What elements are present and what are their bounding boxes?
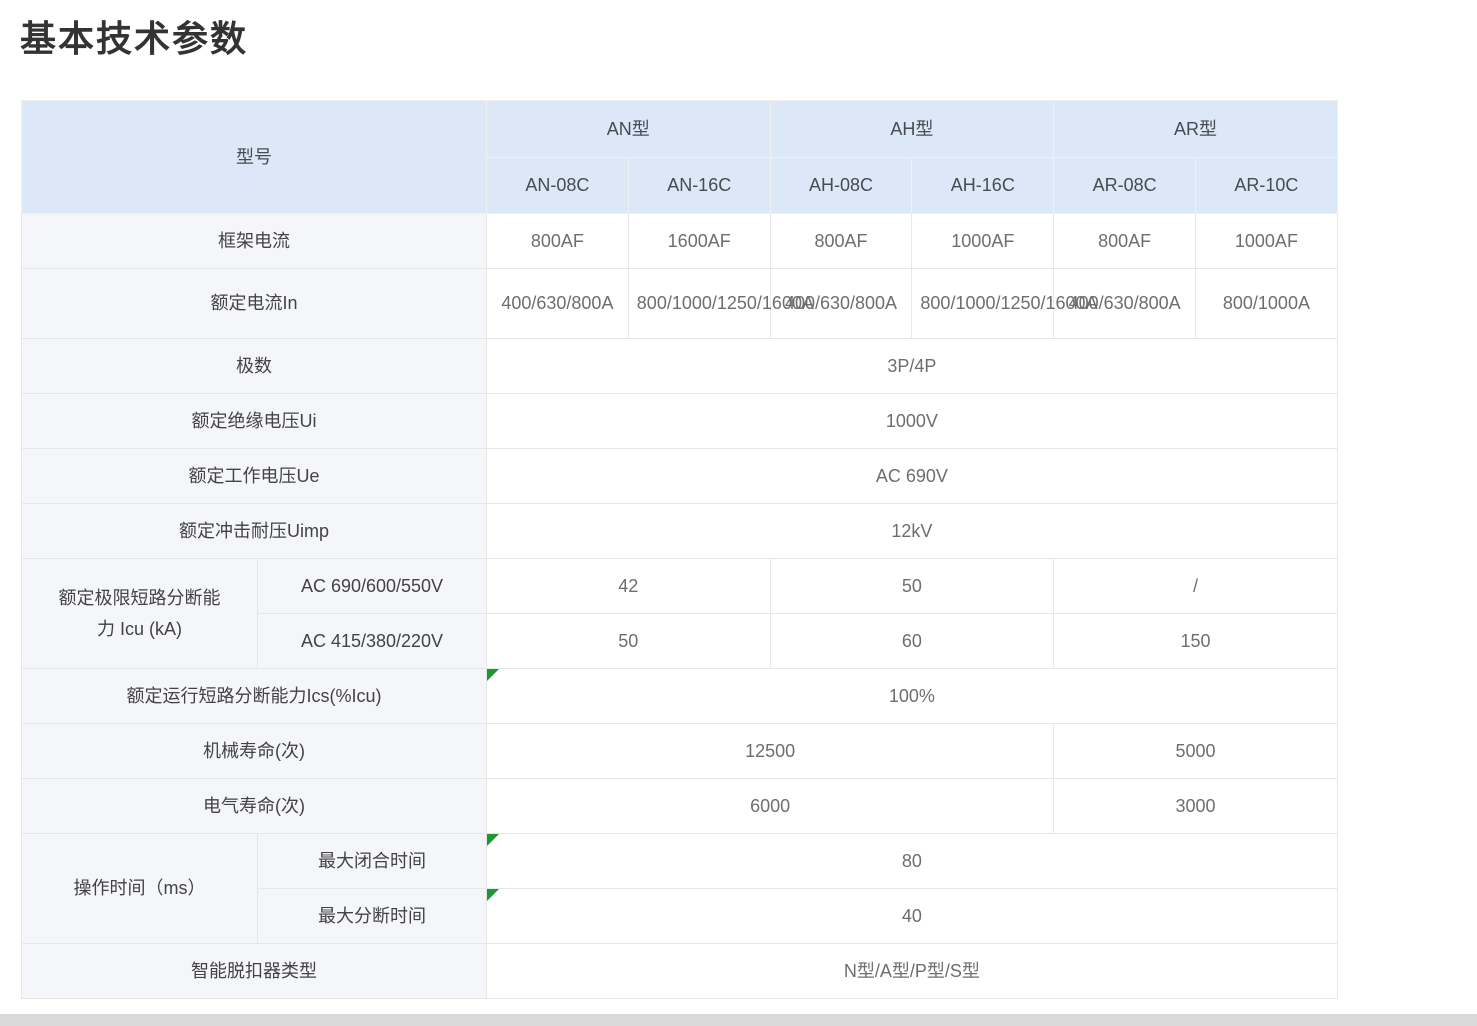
cell-electrical-life-ar: 3000 (1054, 779, 1338, 834)
label-frame-current: 框架电流 (22, 214, 487, 269)
row-op-time-close: 操作时间（ms） 最大闭合时间 80 (22, 834, 1338, 889)
row-ics: 额定运行短路分断能力Ics(%Icu) 100% (22, 669, 1338, 724)
header-cell-model-an16c: AN-16C (628, 158, 770, 214)
row-insulation-voltage: 额定绝缘电压Ui 1000V (22, 394, 1338, 449)
sublabel-icu-690: AC 690/600/550V (258, 559, 487, 614)
header-cell-model-ar10c: AR-10C (1196, 158, 1338, 214)
cell-electrical-life-anah: 6000 (487, 779, 1054, 834)
cell-icu-415-ah: 60 (770, 614, 1054, 669)
row-rated-current: 额定电流In 400/630/800A 800/1000/1250/1600A … (22, 269, 1338, 339)
header-cell-model-ah08c: AH-08C (770, 158, 912, 214)
header-cell-model-ar08c: AR-08C (1054, 158, 1196, 214)
label-mechanical-life: 机械寿命(次) (22, 724, 487, 779)
bottom-divider-band (0, 1014, 1477, 1026)
header-cell-group-an: AN型 (487, 101, 771, 158)
cell-icu-690-ar: / (1054, 559, 1338, 614)
label-ics: 额定运行短路分断能力Ics(%Icu) (22, 669, 487, 724)
cell-insulation-voltage: 1000V (487, 394, 1338, 449)
label-rated-current: 额定电流In (22, 269, 487, 339)
row-trip-unit: 智能脱扣器类型 N型/A型/P型/S型 (22, 944, 1338, 999)
cell-icu-415-ar: 150 (1054, 614, 1338, 669)
sublabel-icu-415: AC 415/380/220V (258, 614, 487, 669)
row-icu-690: 额定极限短路分断能力 Icu (kA) AC 690/600/550V 42 5… (22, 559, 1338, 614)
cell-mechanical-life-anah: 12500 (487, 724, 1054, 779)
header-cell-group-ah: AH型 (770, 101, 1054, 158)
label-electrical-life: 电气寿命(次) (22, 779, 487, 834)
green-corner-marker-icon (487, 669, 499, 681)
green-corner-marker-icon (487, 834, 499, 846)
row-impulse-voltage: 额定冲击耐压Uimp 12kV (22, 504, 1338, 559)
cell-rated-current-1: 800/1000/1250/1600A (628, 269, 770, 339)
cell-max-close-time: 80 (487, 834, 1338, 889)
cell-rated-current-3: 800/1000/1250/1600A (912, 269, 1054, 339)
page-title: 基本技术参数 (20, 10, 248, 62)
label-trip-unit: 智能脱扣器类型 (22, 944, 487, 999)
cell-max-break-time: 40 (487, 889, 1338, 944)
header-row-groups: 型号 AN型 AH型 AR型 (22, 101, 1338, 158)
row-electrical-life: 电气寿命(次) 6000 3000 (22, 779, 1338, 834)
cell-impulse-voltage: 12kV (487, 504, 1338, 559)
label-icu-text: 额定极限短路分断能力 Icu (kA) (51, 583, 229, 644)
cell-frame-current-3: 1000AF (912, 214, 1054, 269)
cell-mechanical-life-ar: 5000 (1054, 724, 1338, 779)
cell-max-close-time-text: 80 (902, 851, 922, 871)
cell-icu-690-ah: 50 (770, 559, 1054, 614)
header-cell-model-ah16c: AH-16C (912, 158, 1054, 214)
row-poles: 极数 3P/4P (22, 339, 1338, 394)
sublabel-max-break-time: 最大分断时间 (258, 889, 487, 944)
cell-icu-415-an: 50 (487, 614, 771, 669)
cell-poles: 3P/4P (487, 339, 1338, 394)
label-icu: 额定极限短路分断能力 Icu (kA) (22, 559, 258, 669)
cell-frame-current-0: 800AF (487, 214, 629, 269)
cell-rated-current-5: 800/1000A (1196, 269, 1338, 339)
row-frame-current: 框架电流 800AF 1600AF 800AF 1000AF 800AF 100… (22, 214, 1338, 269)
cell-ics-text: 100% (889, 686, 935, 706)
cell-icu-690-an: 42 (487, 559, 771, 614)
label-poles: 极数 (22, 339, 487, 394)
label-impulse-voltage: 额定冲击耐压Uimp (22, 504, 487, 559)
cell-frame-current-1: 1600AF (628, 214, 770, 269)
spec-table: 型号 AN型 AH型 AR型 AN-08C AN-16C AH-08C AH-1… (21, 100, 1338, 999)
header-cell-group-ar: AR型 (1054, 101, 1338, 158)
label-insulation-voltage: 额定绝缘电压Ui (22, 394, 487, 449)
header-cell-model-an08c: AN-08C (487, 158, 629, 214)
cell-trip-unit: N型/A型/P型/S型 (487, 944, 1338, 999)
row-mechanical-life: 机械寿命(次) 12500 5000 (22, 724, 1338, 779)
cell-frame-current-2: 800AF (770, 214, 912, 269)
cell-working-voltage: AC 690V (487, 449, 1338, 504)
header-cell-model: 型号 (22, 101, 487, 214)
label-working-voltage: 额定工作电压Ue (22, 449, 487, 504)
cell-ics: 100% (487, 669, 1338, 724)
cell-frame-current-5: 1000AF (1196, 214, 1338, 269)
cell-frame-current-4: 800AF (1054, 214, 1196, 269)
green-corner-marker-icon (487, 889, 499, 901)
cell-rated-current-2: 400/630/800A (770, 269, 912, 339)
sublabel-max-close-time: 最大闭合时间 (258, 834, 487, 889)
cell-rated-current-4: 400/630/800A (1054, 269, 1196, 339)
cell-max-break-time-text: 40 (902, 906, 922, 926)
label-op-time: 操作时间（ms） (22, 834, 258, 944)
cell-rated-current-0: 400/630/800A (487, 269, 629, 339)
row-working-voltage: 额定工作电压Ue AC 690V (22, 449, 1338, 504)
